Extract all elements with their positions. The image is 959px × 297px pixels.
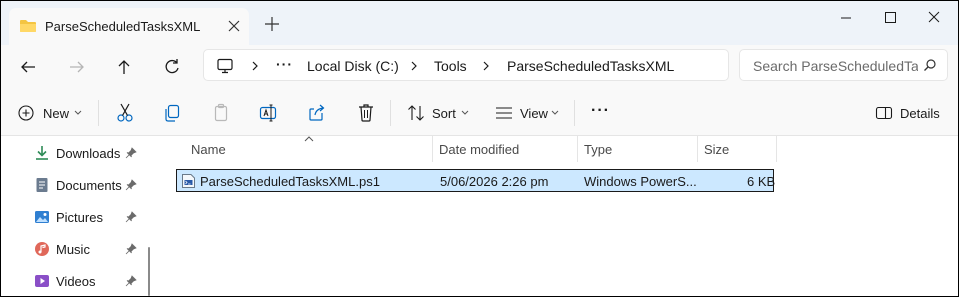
sidebar-scrollbar[interactable] xyxy=(148,247,150,296)
search-box[interactable]: Search ParseScheduledTasksXML xyxy=(739,49,948,81)
column-header-type[interactable]: Type xyxy=(584,142,612,157)
pin-icon[interactable] xyxy=(125,179,137,191)
command-bar: New Sort View ··· Details xyxy=(1,90,958,136)
share-icon[interactable] xyxy=(307,101,327,125)
pin-icon[interactable] xyxy=(125,211,137,223)
search-input[interactable]: Search ParseScheduledTasksXML xyxy=(753,58,918,74)
new-tab-plus-icon[interactable] xyxy=(262,14,282,34)
chevron-down-icon xyxy=(551,110,559,115)
file-name: ParseScheduledTasksXML.ps1 xyxy=(200,174,380,189)
sidebar-item-label: Videos xyxy=(56,274,96,289)
details-label: Details xyxy=(900,106,940,121)
pin-icon[interactable] xyxy=(125,243,137,255)
toolbar-divider xyxy=(390,100,391,126)
sidebar-item-label: Music xyxy=(56,242,90,257)
copy-icon[interactable] xyxy=(162,101,182,125)
view-list-icon xyxy=(496,107,512,119)
search-icon[interactable] xyxy=(923,58,937,72)
sidebar-item-label: Documents xyxy=(56,178,122,193)
sidebar-item-documents[interactable]: Documents xyxy=(1,170,149,200)
chevron-right-icon[interactable] xyxy=(250,59,260,73)
refresh-icon[interactable] xyxy=(157,53,187,81)
file-size: 6 KB xyxy=(747,174,776,189)
file-date-modified: 5/06/2026 2:26 pm xyxy=(440,174,549,189)
close-tab-icon[interactable] xyxy=(224,16,244,36)
up-arrow-icon[interactable] xyxy=(109,53,139,81)
new-button[interactable]: New xyxy=(17,101,89,125)
breadcrumb-current-folder[interactable]: ParseScheduledTasksXML xyxy=(507,58,674,74)
new-label: New xyxy=(43,106,70,121)
column-divider[interactable] xyxy=(697,136,698,162)
delete-icon[interactable] xyxy=(356,101,376,125)
file-type: Windows PowerS... xyxy=(584,174,697,189)
toolbar-divider xyxy=(574,100,575,126)
sort-ascending-caret-icon xyxy=(304,136,314,142)
view-label: View xyxy=(520,106,548,121)
table-row[interactable]: ParseScheduledTasksXML.ps1 5/06/2026 2:2… xyxy=(176,169,776,192)
folder-icon xyxy=(20,20,36,32)
column-header-name[interactable]: Name xyxy=(191,142,226,157)
documents-icon xyxy=(36,178,48,192)
maximize-icon[interactable] xyxy=(867,5,913,31)
column-header-date-modified[interactable]: Date modified xyxy=(439,142,519,157)
details-pane-icon xyxy=(875,106,893,120)
plus-circle-icon xyxy=(18,105,34,121)
pictures-icon xyxy=(35,211,49,223)
toolbar-divider xyxy=(98,100,99,126)
column-divider[interactable] xyxy=(577,136,578,162)
title-bar: ParseScheduledTasksXML xyxy=(1,1,958,45)
sort-label: Sort xyxy=(432,106,456,121)
view-button[interactable]: View xyxy=(495,101,561,125)
tab-active[interactable]: ParseScheduledTasksXML xyxy=(9,8,249,45)
chevron-right-icon[interactable] xyxy=(409,59,419,73)
pin-icon[interactable] xyxy=(125,275,137,287)
column-divider[interactable] xyxy=(776,136,777,162)
pin-icon[interactable] xyxy=(125,147,137,159)
chevron-down-icon xyxy=(461,110,469,115)
address-bar[interactable]: ··· Local Disk (C:) Tools ParseScheduled… xyxy=(203,49,729,81)
powershell-script-icon xyxy=(182,174,195,188)
file-list: Name Date modified Type Size ParseSchedu… xyxy=(161,136,958,296)
forward-arrow-icon[interactable] xyxy=(62,53,92,81)
sidebar-item-downloads[interactable]: Downloads xyxy=(1,138,149,168)
column-divider[interactable] xyxy=(432,136,433,162)
sort-arrows-icon xyxy=(408,105,424,121)
tab-title: ParseScheduledTasksXML xyxy=(45,19,201,34)
download-icon xyxy=(36,146,48,160)
sidebar-item-videos[interactable]: Videos xyxy=(1,266,149,296)
sidebar-item-label: Downloads xyxy=(56,146,121,161)
breadcrumb-tools[interactable]: Tools xyxy=(434,58,467,74)
minimize-icon[interactable] xyxy=(823,5,869,31)
file-explorer-window: ParseScheduledTasksXML ··· Local Disk (C… xyxy=(1,1,958,296)
this-pc-icon[interactable] xyxy=(216,58,234,74)
column-header-size[interactable]: Size xyxy=(704,142,729,157)
chevron-right-icon[interactable] xyxy=(481,59,491,73)
videos-icon xyxy=(35,275,49,287)
breadcrumb-overflow[interactable]: ··· xyxy=(276,56,293,72)
breadcrumb-local-disk[interactable]: Local Disk (C:) xyxy=(307,58,399,74)
music-icon xyxy=(35,242,49,256)
sort-button[interactable]: Sort xyxy=(407,101,469,125)
rename-icon[interactable] xyxy=(258,101,278,125)
close-window-icon[interactable] xyxy=(911,5,957,31)
navigation-pane: Downloads Documents Pictures Music Video… xyxy=(1,136,161,296)
navigation-bar: ··· Local Disk (C:) Tools ParseScheduled… xyxy=(1,45,958,90)
sidebar-item-music[interactable]: Music xyxy=(1,234,149,264)
back-arrow-icon[interactable] xyxy=(13,53,43,81)
sidebar-item-label: Pictures xyxy=(56,210,103,225)
chevron-down-icon xyxy=(74,110,82,115)
cut-icon[interactable] xyxy=(115,101,135,125)
paste-icon[interactable] xyxy=(211,101,231,125)
details-pane-button[interactable]: Details xyxy=(875,101,945,125)
sidebar-item-pictures[interactable]: Pictures xyxy=(1,202,149,232)
more-options-button[interactable]: ··· xyxy=(591,102,611,126)
